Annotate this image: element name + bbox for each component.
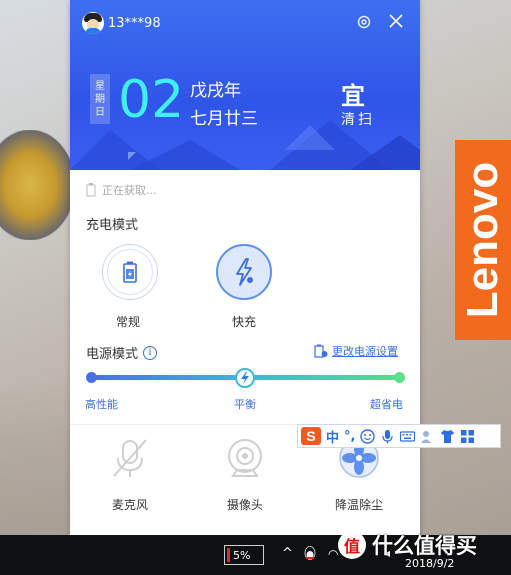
- change-power-settings-link[interactable]: 更改电源设置: [314, 343, 398, 359]
- charge-mode-normal-label: 常规: [116, 315, 141, 329]
- charge-mode-fast-label: 快充: [232, 315, 257, 329]
- ime-language-toggle[interactable]: 中: [326, 427, 339, 446]
- toolbox-grid-icon[interactable]: [460, 429, 475, 444]
- lunar-day: 七月廿三: [190, 109, 258, 129]
- skin-shirt-icon[interactable]: [440, 429, 455, 444]
- power-mode-header: 电源模式 i: [86, 343, 158, 362]
- voice-input-icon[interactable]: [380, 429, 395, 444]
- avatar: [82, 12, 104, 34]
- auspicious-label: 宜: [341, 82, 365, 110]
- lightning-icon: [241, 372, 249, 384]
- lenovo-logo: Lenovo: [458, 161, 508, 319]
- power-mode-title: 电源模式: [86, 347, 139, 362]
- charge-mode-fast-button[interactable]: [216, 244, 272, 300]
- tool-camera-label: 摄像头: [226, 498, 263, 512]
- watermark: 值 什么值得买: [338, 530, 477, 560]
- power-settings-icon: [314, 344, 328, 358]
- power-mode-saver-label[interactable]: 超省电: [370, 396, 403, 412]
- user-account-icon[interactable]: [420, 429, 435, 444]
- lenovo-logo-panel: Lenovo: [455, 140, 511, 340]
- tool-camera[interactable]: 摄像头: [215, 436, 275, 513]
- battery-icon: [86, 183, 96, 197]
- charge-mode-title: 充电模式: [86, 218, 139, 233]
- battery-status-text: 正在获取...: [102, 184, 157, 197]
- fast-charge-icon: [236, 258, 253, 286]
- show-hidden-icons-chevron-icon[interactable]: ^: [282, 546, 293, 561]
- sogou-logo-icon[interactable]: S: [301, 427, 321, 445]
- qq-icon[interactable]: [302, 545, 318, 563]
- battery-normal-icon: [123, 261, 137, 283]
- camera-icon: [228, 439, 262, 477]
- battery-level-indicator: [227, 548, 230, 562]
- wifi-icon[interactable]: ◠: [328, 547, 338, 561]
- tool-microphone[interactable]: 麦克风: [100, 436, 160, 513]
- power-mode-slider-thumb[interactable]: [235, 368, 255, 388]
- weekday-tag: 星 期 日: [90, 74, 110, 124]
- change-power-settings-text: 更改电源设置: [332, 345, 398, 358]
- battery-percent: 5%: [233, 548, 251, 562]
- gear-icon[interactable]: [356, 14, 372, 30]
- slider-end-saver: [394, 372, 405, 383]
- watermark-text: 什么值得买: [372, 534, 477, 558]
- keyboard-icon[interactable]: [400, 429, 416, 444]
- charge-mode-normal-button[interactable]: [102, 244, 158, 300]
- close-icon[interactable]: [388, 13, 404, 29]
- power-mode-performance-label[interactable]: 高性能: [85, 396, 118, 412]
- info-icon[interactable]: i: [143, 345, 158, 360]
- username: 13***98: [108, 15, 161, 31]
- tool-cooling-label: 降温除尘: [334, 498, 383, 512]
- ime-punctuation-toggle[interactable]: °,: [344, 429, 355, 444]
- day-number: 02: [118, 70, 185, 130]
- calendar-header: 13***98 星 期 日 02 戊戌年 七月廿三 宜 清扫: [70, 0, 420, 170]
- lunar-year: 戊戌年: [190, 81, 241, 101]
- slider-end-performance: [86, 372, 97, 383]
- power-mode-balanced-label[interactable]: 平衡: [234, 396, 256, 412]
- taskbar-battery[interactable]: 5%: [224, 545, 264, 565]
- microphone-off-icon: [113, 439, 147, 477]
- user-account[interactable]: 13***98: [82, 12, 161, 34]
- lenovo-assistant-widget: 13***98 星 期 日 02 戊戌年 七月廿三 宜 清扫 正在获取... 充…: [70, 0, 420, 535]
- watermark-badge-icon: 值: [338, 531, 366, 559]
- battery-status: 正在获取...: [86, 182, 157, 198]
- ime-toolbar[interactable]: S 中 °,: [297, 424, 501, 448]
- auspicious-activity: 清扫: [341, 112, 375, 128]
- desktop-wallpaper-rock: [0, 130, 75, 240]
- tool-microphone-label: 麦克风: [111, 498, 148, 512]
- emoji-icon[interactable]: [360, 428, 376, 444]
